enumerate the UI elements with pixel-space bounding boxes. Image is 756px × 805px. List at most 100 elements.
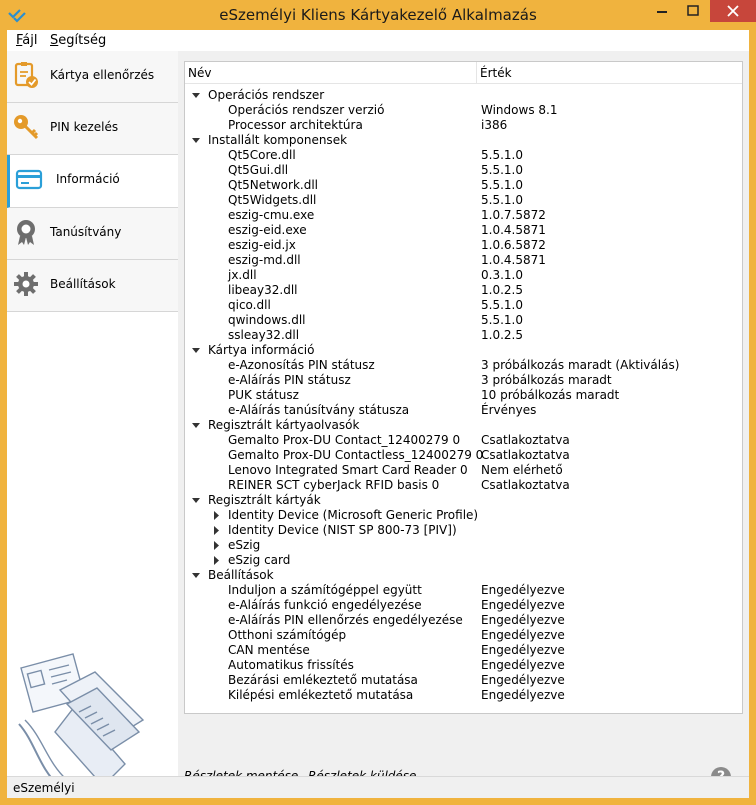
expanded-arrow-icon[interactable] [192,421,201,430]
title-bar[interactable]: eSzemélyi Kliens Kártyakezelő Alkalmazás [0,0,756,30]
collapsed-arrow-icon[interactable] [212,541,221,550]
expanded-arrow-icon[interactable] [192,496,201,505]
tree-row[interactable]: libeay32.dll 1.0.2.5 [185,283,742,298]
tree-row-name: Regisztrált kártyaolvasók [208,418,360,432]
tree-row[interactable]: Qt5Network.dll 5.5.1.0 [185,178,742,193]
tree-row[interactable]: qico.dll 5.5.1.0 [185,298,742,313]
minimize-icon[interactable] [647,0,677,22]
window-title: eSzemélyi Kliens Kártyakezelő Alkalmazás [219,6,537,24]
maximize-icon[interactable] [678,0,708,22]
expanded-arrow-icon[interactable] [192,136,201,145]
tree-row[interactable]: CAN mentése Engedélyezve [185,643,742,658]
tree-row-name: Regisztrált kártyák [208,493,321,507]
tree-group-row[interactable]: Regisztrált kártyák [185,493,742,508]
tree-row[interactable]: e-Aláírás tanúsítvány státusza Érvényes [185,403,742,418]
tree-group-row[interactable]: Regisztrált kártyaolvasók [185,418,742,433]
tree-row-name: e-Aláírás funkció engedélyezése [228,598,422,612]
tree-row-value: Engedélyezve [481,583,565,597]
tree-row[interactable]: eszig-eid.jx 1.0.6.5872 [185,238,742,253]
tree-row[interactable]: eSzig [185,538,742,553]
tree-row-value: Windows 8.1 [481,103,558,117]
tree-row[interactable]: Operációs rendszer verzió Windows 8.1 [185,103,742,118]
tree-row[interactable]: eSzig card [185,553,742,568]
expanded-arrow-icon[interactable] [192,91,201,100]
gear-icon [14,272,38,296]
sidebar-item-label: Kártya ellenőrzés [50,68,155,82]
sidebar-item-card-check[interactable]: Kártya ellenőrzés [7,51,178,103]
tree-row-value: 5.5.1.0 [481,178,523,192]
tree-row[interactable]: qwindows.dll 5.5.1.0 [185,313,742,328]
menu-help[interactable]: Segítség [50,33,106,48]
tree-row-name: libeay32.dll [228,283,298,297]
tree-row-value: 5.5.1.0 [481,163,523,177]
sidebar-item-info[interactable]: Információ [7,155,178,208]
column-header-value[interactable]: Érték [480,66,512,80]
tree-group-row[interactable]: Installált komponensek [185,133,742,148]
card-reader-illustration [18,653,145,788]
tree-row-name: Lenovo Integrated Smart Card Reader 0 [228,463,468,477]
tree-row-value: Engedélyezve [481,598,565,612]
collapsed-arrow-icon[interactable] [212,556,221,565]
tree-row[interactable]: Automatikus frissítés Engedélyezve [185,658,742,673]
tree-row[interactable]: e-Aláírás PIN ellenőrzés engedélyezése En… [185,613,742,628]
tree-row[interactable]: REINER SCT cyberJack RFID basis 0 Csatlak… [185,478,742,493]
sidebar-item-settings[interactable]: Beállítások [7,260,178,312]
tree-row[interactable]: Qt5Core.dll 5.5.1.0 [185,148,742,163]
tree-row-name: Qt5Widgets.dll [228,193,317,207]
tree-row[interactable]: Qt5Gui.dll 5.5.1.0 [185,163,742,178]
tree-row[interactable]: eszig-md.dll 1.0.4.5871 [185,253,742,268]
tree-group-row[interactable]: Operációs rendszer [185,88,742,103]
tree-row[interactable]: Bezárási emlékeztető mutatása Engedélyezv… [185,673,742,688]
status-bar: eSzemélyi [7,776,749,798]
tree-row-value: 1.0.2.5 [481,328,523,342]
tree-group-row[interactable]: Kártya információ [185,343,742,358]
tree-row-name: e-Aláírás PIN státusz [228,373,351,387]
tree-row-value: 1.0.2.5 [481,283,523,297]
tree-row[interactable]: e-Aláírás funkció engedélyezése Engedélye… [185,598,742,613]
sidebar-item-certificate[interactable]: Tanúsítvány [7,208,178,260]
sidebar-item-label: Tanúsítvány [50,225,122,239]
collapsed-arrow-icon[interactable] [212,526,221,535]
tree-row[interactable]: eszig-eid.exe 1.0.4.5871 [185,223,742,238]
info-tree[interactable]: Név Érték Operációs rendszer Operációs re… [184,61,743,714]
tree-row-value: 5.5.1.0 [481,298,523,312]
tree-row[interactable]: jx.dll 0.3.1.0 [185,268,742,283]
tree-row[interactable]: PUK státusz 10 próbálkozás maradt [185,388,742,403]
tree-row-value: Csatlakoztatva [481,433,570,447]
tree-row-value: 0.3.1.0 [481,268,523,282]
tree-header: Név Érték [185,62,742,84]
expanded-arrow-icon[interactable] [192,571,201,580]
tree-row[interactable]: Otthoni számítógép Engedélyezve [185,628,742,643]
tree-row-value: Csatlakoztatva [481,478,570,492]
tree-row-value: 1.0.4.5871 [481,223,546,237]
tree-row[interactable]: Identity Device (NIST SP 800-73 [PIV]) [185,523,742,538]
tree-row[interactable]: Gemalto Prox-DU Contact_12400279 0 Csatla… [185,433,742,448]
tree-group-row[interactable]: Beállítások [185,568,742,583]
tree-row-value: Engedélyezve [481,628,565,642]
tree-row-value: 1.0.6.5872 [481,238,546,252]
menu-file[interactable]: Fájl [16,33,38,48]
sidebar: Kártya ellenőrzés PIN kezelés Információ [7,51,178,788]
tree-row[interactable]: ssleay32.dll 1.0.2.5 [185,328,742,343]
tree-row[interactable]: Kilépési emlékeztető mutatása Engedélyezv… [185,688,742,703]
tree-row[interactable]: Identity Device (Microsoft Generic Profi… [185,508,742,523]
tree-row-name: eszig-cmu.exe [228,208,315,222]
tree-row[interactable]: e-Azonosítás PIN státusz 3 próbálkozás ma… [185,358,742,373]
tree-row[interactable]: eszig-cmu.exe 1.0.7.5872 [185,208,742,223]
card-info-icon [15,169,43,190]
column-header-name[interactable]: Név [188,66,211,80]
collapsed-arrow-icon[interactable] [212,511,221,520]
tree-row[interactable]: Lenovo Integrated Smart Card Reader 0 Nem… [185,463,742,478]
tree-row-name: Processor architektúra [228,118,363,132]
tree-row[interactable]: Gemalto Prox-DU Contactless_12400279 0 Cs… [185,448,742,463]
tree-row[interactable]: Processor architektúra i386 [185,118,742,133]
tree-row-value: 3 próbálkozás maradt [481,373,612,387]
tree-row[interactable]: Induljon a számítógéppel együtt Engedélye… [185,583,742,598]
expanded-arrow-icon[interactable] [192,346,201,355]
close-icon[interactable] [710,0,756,22]
tree-row-value: 3 próbálkozás maradt (Aktiválás) [481,358,680,372]
tree-row[interactable]: Qt5Widgets.dll 5.5.1.0 [185,193,742,208]
sidebar-item-pin[interactable]: PIN kezelés [7,103,178,155]
column-separator[interactable] [476,62,477,84]
tree-row[interactable]: e-Aláírás PIN státusz 3 próbálkozás marad… [185,373,742,388]
